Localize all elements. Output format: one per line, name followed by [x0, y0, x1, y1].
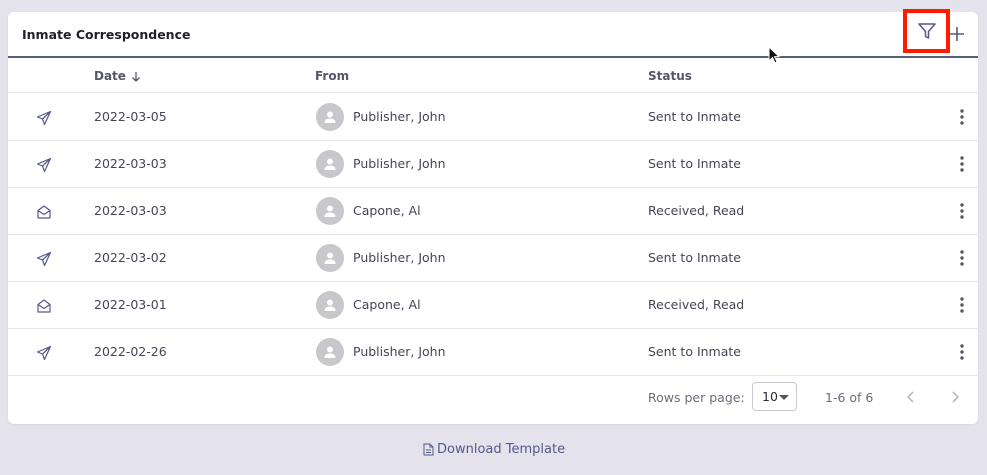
- row-from: Publisher, John: [353, 156, 446, 171]
- page-range: 1-6 of 6: [825, 390, 874, 405]
- send-icon: [36, 345, 52, 361]
- avatar: [316, 244, 344, 272]
- open-envelope-icon: [36, 204, 52, 220]
- send-icon: [36, 157, 52, 173]
- avatar: [316, 338, 344, 366]
- table-row[interactable]: 2022-03-05 Publisher, John Sent to Inmate: [8, 94, 978, 141]
- add-button[interactable]: [946, 21, 968, 47]
- avatar: [316, 197, 344, 225]
- row-more-menu-icon[interactable]: [954, 248, 970, 268]
- filter-icon: [917, 23, 936, 39]
- rows-per-page-select[interactable]: 10: [752, 382, 797, 411]
- date-header-label: Date: [94, 69, 126, 83]
- row-status: Received, Read: [648, 297, 745, 312]
- row-from: Capone, Al: [353, 297, 421, 312]
- status-column-header[interactable]: Status: [648, 69, 692, 83]
- row-from: Publisher, John: [353, 250, 446, 265]
- row-more-menu-icon[interactable]: [954, 201, 970, 221]
- card-header: Inmate Correspondence: [8, 9, 978, 64]
- date-column-header[interactable]: Date: [94, 69, 141, 83]
- row-date: 2022-03-03: [94, 203, 167, 218]
- sort-arrow-down-icon: [131, 71, 140, 82]
- row-status: Sent to Inmate: [648, 156, 741, 171]
- download-template-label: Download Template: [437, 442, 566, 457]
- row-more-menu-icon[interactable]: [954, 107, 970, 127]
- download-template-link[interactable]: Download Template: [423, 442, 565, 457]
- row-from: Publisher, John: [353, 109, 446, 124]
- row-from: Capone, Al: [353, 203, 421, 218]
- table-header: Date From Status: [8, 58, 978, 93]
- plus-icon: [950, 27, 964, 41]
- row-more-menu-icon[interactable]: [954, 342, 970, 362]
- row-more-menu-icon[interactable]: [954, 295, 970, 315]
- row-status: Sent to Inmate: [648, 250, 741, 265]
- table-row[interactable]: 2022-02-26 Publisher, John Sent to Inmate: [8, 329, 978, 376]
- send-icon: [36, 110, 52, 126]
- row-more-menu-icon[interactable]: [954, 154, 970, 174]
- rows-per-page-value: 10: [762, 389, 778, 404]
- filter-button[interactable]: [903, 9, 950, 53]
- row-date: 2022-03-05: [94, 109, 167, 124]
- row-date: 2022-03-02: [94, 250, 167, 265]
- table-row[interactable]: 2022-03-03 Capone, Al Received, Read: [8, 188, 978, 235]
- row-status: Sent to Inmate: [648, 109, 741, 124]
- send-icon: [36, 251, 52, 267]
- avatar: [316, 150, 344, 178]
- open-envelope-icon: [36, 298, 52, 314]
- previous-page-button[interactable]: [903, 388, 919, 406]
- next-page-button[interactable]: [947, 388, 963, 406]
- correspondence-card: Inmate Correspondence Date From Status 2…: [8, 9, 978, 424]
- document-icon: [423, 443, 434, 456]
- row-status: Sent to Inmate: [648, 344, 741, 359]
- row-date: 2022-03-03: [94, 156, 167, 171]
- row-from: Publisher, John: [353, 344, 446, 359]
- table-row[interactable]: 2022-03-03 Publisher, John Sent to Inmate: [8, 141, 978, 188]
- table-pagination: Rows per page: 10 1-6 of 6: [8, 374, 978, 420]
- card-title: Inmate Correspondence: [22, 27, 191, 42]
- row-date: 2022-02-26: [94, 344, 167, 359]
- row-date: 2022-03-01: [94, 297, 167, 312]
- table-row[interactable]: 2022-03-02 Publisher, John Sent to Inmate: [8, 235, 978, 282]
- avatar: [316, 103, 344, 131]
- avatar: [316, 291, 344, 319]
- dropdown-caret-icon: [779, 395, 789, 400]
- rows-per-page-label: Rows per page:: [648, 390, 745, 405]
- row-status: Received, Read: [648, 203, 745, 218]
- table-row[interactable]: 2022-03-01 Capone, Al Received, Read: [8, 282, 978, 329]
- from-column-header[interactable]: From: [315, 69, 349, 83]
